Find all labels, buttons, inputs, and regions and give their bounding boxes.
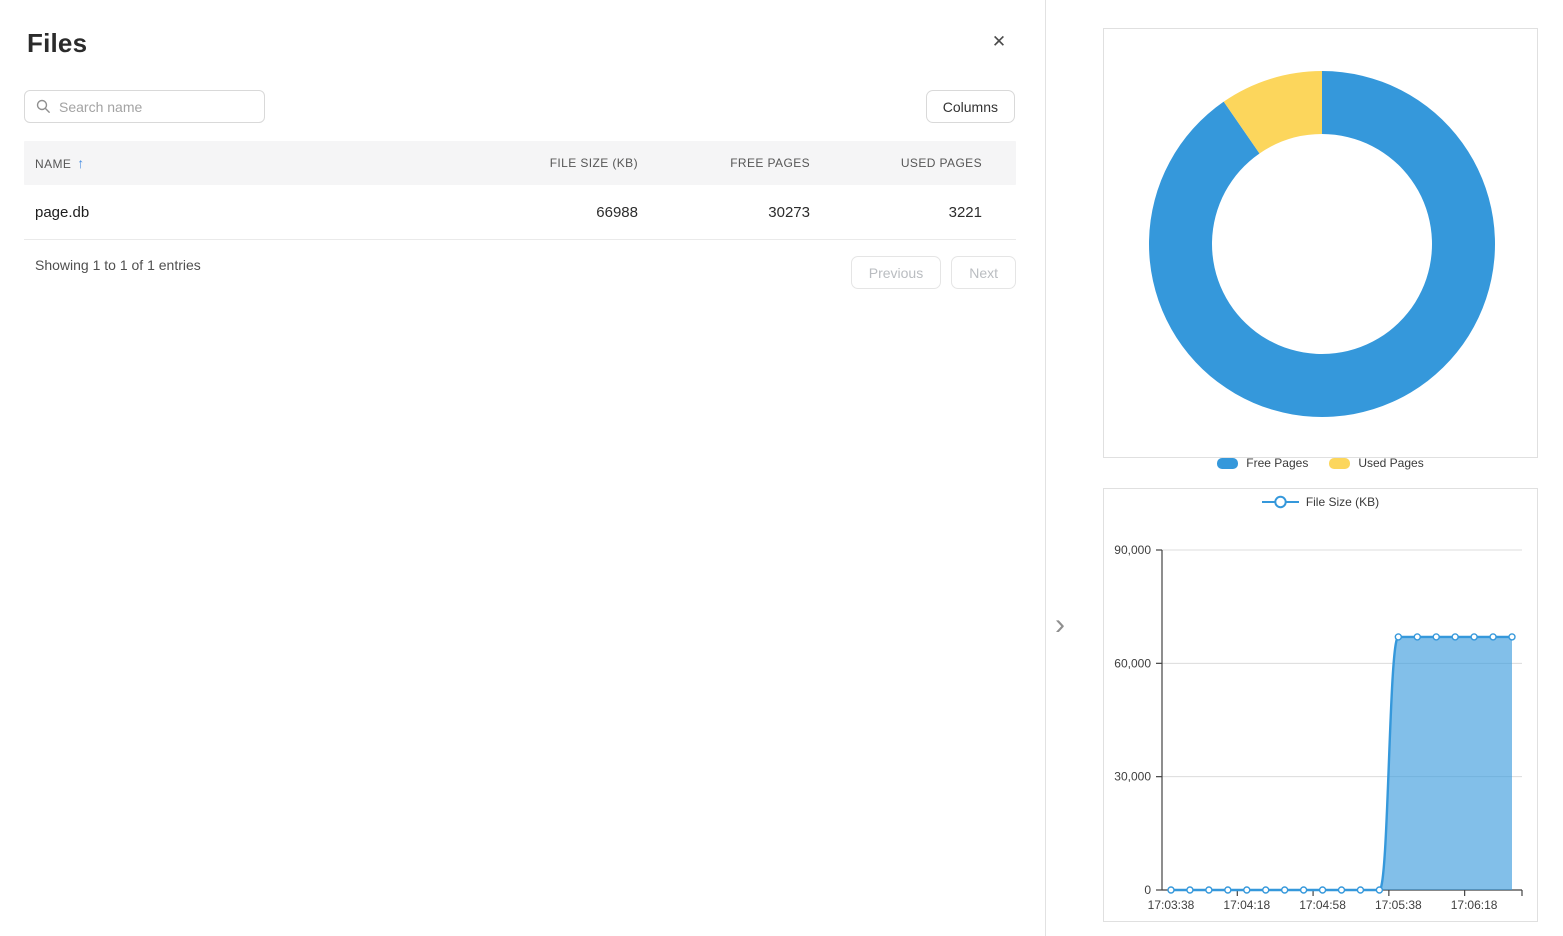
x-tick-label: 17:03:38 xyxy=(1148,898,1195,912)
data-point xyxy=(1301,887,1307,893)
cell-file-size: 66988 xyxy=(458,204,638,221)
close-icon[interactable]: ✕ xyxy=(988,31,1010,53)
data-point xyxy=(1320,887,1326,893)
x-tick-label: 17:05:38 xyxy=(1375,898,1422,912)
cell-free-pages: 30273 xyxy=(638,204,810,221)
sort-ascending-icon: ↑ xyxy=(77,155,84,171)
data-point xyxy=(1490,634,1496,640)
pagination-summary: Showing 1 to 1 of 1 entries xyxy=(35,257,201,273)
table-row[interactable]: page.db 66988 30273 3221 xyxy=(24,185,1016,240)
data-point xyxy=(1509,634,1515,640)
search-box xyxy=(24,90,265,123)
y-tick-label: 90,000 xyxy=(1114,543,1151,557)
x-tick-label: 17:06:18 xyxy=(1451,898,1498,912)
table-header-row: NAME↑ FILE SIZE (KB) FREE PAGES USED PAG… xyxy=(24,141,1016,185)
data-point xyxy=(1263,887,1269,893)
columns-button[interactable]: Columns xyxy=(926,90,1015,123)
file-size-line-chart-card: File Size (KB)030,00060,00090,00017:03:3… xyxy=(1103,488,1538,922)
legend-label: Used Pages xyxy=(1358,456,1423,470)
data-point xyxy=(1168,887,1174,893)
column-header-name[interactable]: NAME↑ xyxy=(24,155,458,171)
pages-donut-chart-card: Free PagesUsed Pages xyxy=(1103,28,1538,458)
y-tick-label: 0 xyxy=(1144,883,1151,897)
data-point xyxy=(1244,887,1250,893)
files-panel: Files ✕ Columns NAME↑ FILE SIZE (KB) FRE… xyxy=(0,0,1043,936)
search-input[interactable] xyxy=(24,90,265,123)
next-button[interactable]: Next xyxy=(951,256,1016,289)
donut-legend: Free Pages Used Pages xyxy=(1104,456,1537,470)
data-point xyxy=(1414,634,1420,640)
data-point xyxy=(1339,887,1345,893)
cell-used-pages: 3221 xyxy=(810,204,982,221)
legend-swatch xyxy=(1329,458,1350,469)
area-fill xyxy=(1171,637,1512,890)
data-point xyxy=(1187,887,1193,893)
previous-button[interactable]: Previous xyxy=(851,256,941,289)
panel-divider xyxy=(1045,0,1046,936)
x-tick-label: 17:04:18 xyxy=(1223,898,1270,912)
pagination-controls: Previous Next xyxy=(851,256,1016,289)
file-size-line-chart: 0 30,000 60,000 90,000 17:03:38 17:04:18 17:04… xyxy=(1104,489,1539,923)
page-title: Files xyxy=(27,28,87,59)
data-point xyxy=(1433,634,1439,640)
data-point xyxy=(1206,887,1212,893)
data-point xyxy=(1452,634,1458,640)
data-point xyxy=(1471,634,1477,640)
data-point xyxy=(1225,887,1231,893)
x-tick-label: 17:04:58 xyxy=(1299,898,1346,912)
column-header-free-pages[interactable]: FREE PAGES xyxy=(638,156,810,170)
legend-label: Free Pages xyxy=(1246,456,1308,470)
legend-item-free-pages[interactable]: Free Pages xyxy=(1217,456,1308,470)
data-point xyxy=(1376,887,1382,893)
column-header-used-pages[interactable]: USED PAGES xyxy=(810,156,982,170)
data-point xyxy=(1282,887,1288,893)
y-tick-label: 60,000 xyxy=(1114,656,1151,670)
legend-swatch xyxy=(1217,458,1238,469)
cell-file-name: page.db xyxy=(24,204,458,221)
chevron-right-icon[interactable]: › xyxy=(1047,609,1073,641)
files-table: NAME↑ FILE SIZE (KB) FREE PAGES USED PAG… xyxy=(24,141,1016,240)
data-point xyxy=(1395,634,1401,640)
column-header-file-size[interactable]: FILE SIZE (KB) xyxy=(458,156,638,170)
legend-item-used-pages[interactable]: Used Pages xyxy=(1329,456,1423,470)
pages-donut-chart xyxy=(1104,29,1539,459)
y-tick-label: 30,000 xyxy=(1114,770,1151,784)
data-point xyxy=(1357,887,1363,893)
search-icon xyxy=(36,99,51,114)
